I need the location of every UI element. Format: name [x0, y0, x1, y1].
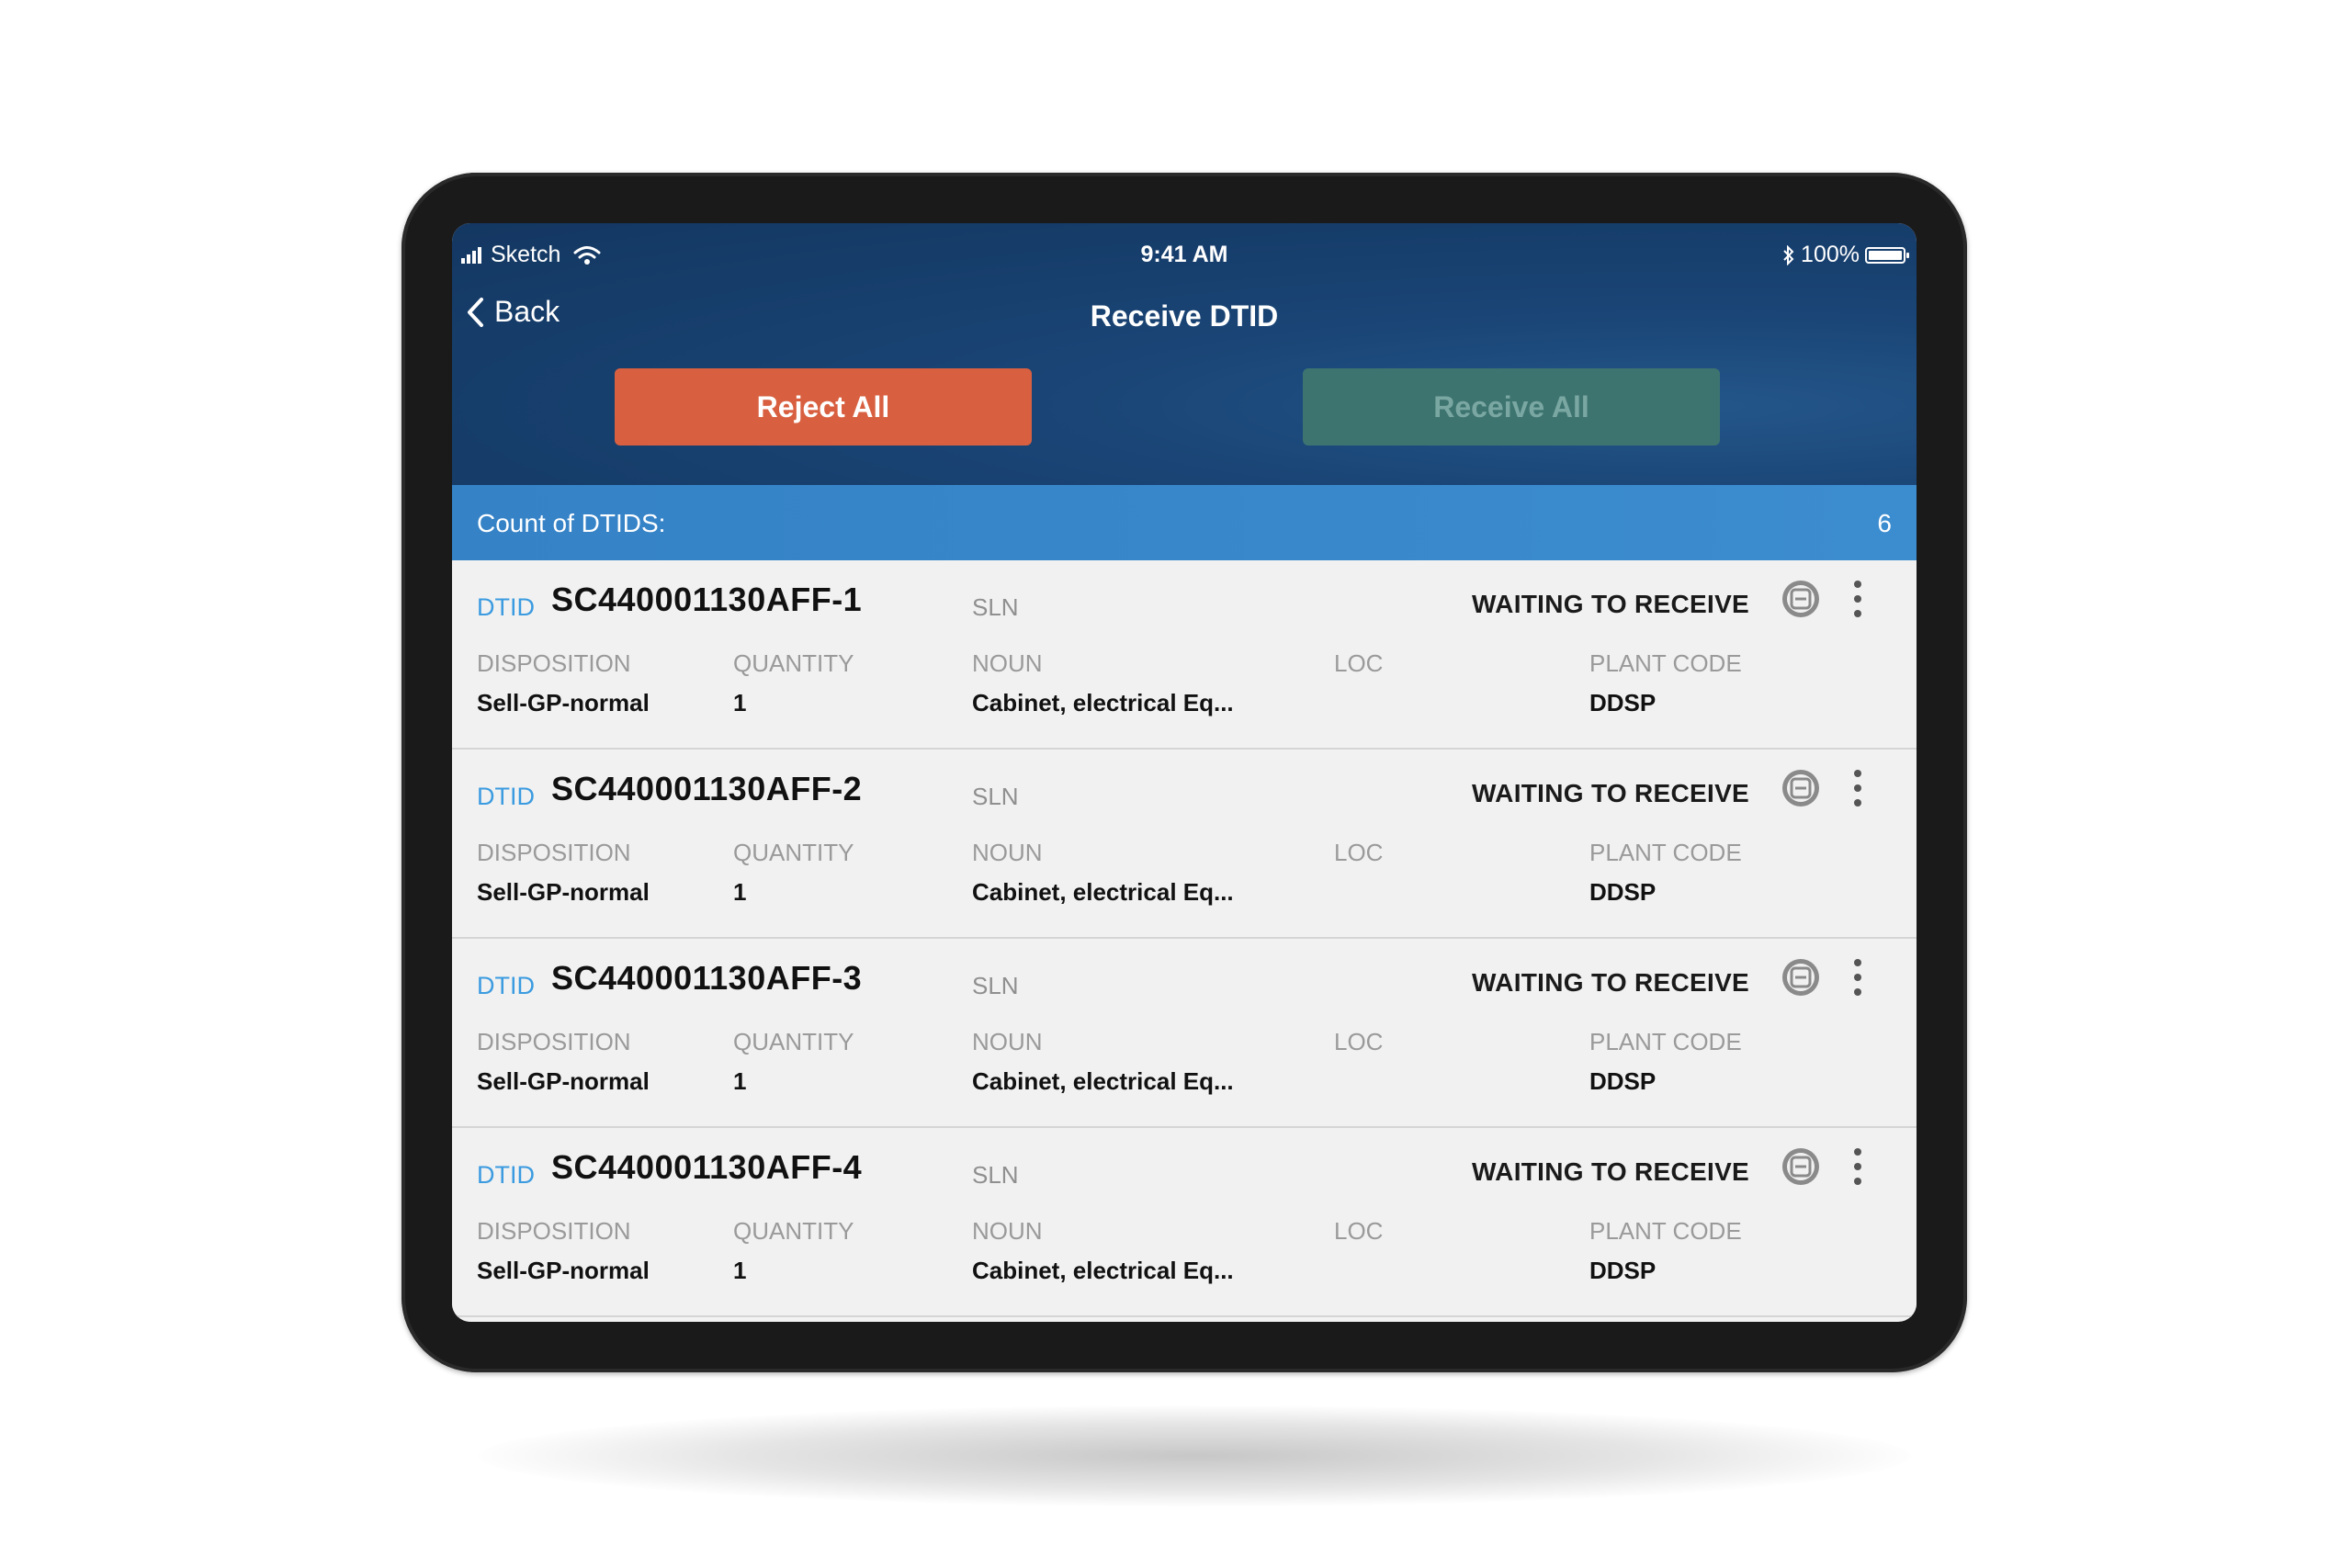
bluetooth-icon	[1783, 244, 1794, 265]
list-item[interactable]: DTID SC440001130AFF-4 SLN WAITING TO REC…	[452, 1128, 1917, 1317]
noun-value: Cabinet, electrical Eq...	[972, 689, 1234, 716]
battery-percent: 100%	[1801, 242, 1860, 267]
disposition-value: Sell-GP-normal	[477, 878, 650, 906]
sln-label: SLN	[972, 783, 1019, 810]
dtid-value: SC440001130AFF-4	[551, 1148, 863, 1186]
dtid-value: SC440001130AFF-1	[551, 581, 863, 618]
disposition-label: DISPOSITION	[477, 649, 631, 677]
quantity-label: QUANTITY	[733, 1217, 854, 1245]
quantity-label: QUANTITY	[733, 839, 854, 866]
count-bar: Count of DTIDS: 6	[452, 485, 1917, 560]
dtid-label: DTID	[477, 593, 535, 621]
count-label: Count of DTIDS:	[477, 509, 666, 537]
status-right: 100%	[1782, 242, 1909, 268]
disposition-label: DISPOSITION	[477, 1217, 631, 1245]
app-header: Sketch 9:41 AM 100% Back Receive DTID Re…	[452, 223, 1917, 485]
remove-circle-icon[interactable]	[1779, 766, 1823, 810]
dtid-label: DTID	[477, 783, 535, 810]
plant-code-value: DDSP	[1589, 878, 1657, 906]
quantity-value: 1	[733, 1257, 747, 1284]
list-item[interactable]: DTID SC440001130AFF-2 SLN WAITING TO REC…	[452, 750, 1917, 939]
loc-label: LOC	[1334, 839, 1384, 866]
app-screen: Sketch 9:41 AM 100% Back Receive DTID Re…	[452, 223, 1917, 1322]
status-bar: Sketch 9:41 AM 100%	[452, 242, 1917, 278]
sln-label: SLN	[972, 1161, 1019, 1189]
plant-code-label: PLANT CODE	[1589, 1217, 1742, 1245]
more-vertical-icon[interactable]	[1849, 1145, 1867, 1189]
noun-label: NOUN	[972, 839, 1043, 866]
noun-value: Cabinet, electrical Eq...	[972, 1257, 1234, 1284]
quantity-value: 1	[733, 689, 747, 716]
dtid-label: DTID	[477, 972, 535, 999]
noun-label: NOUN	[972, 1028, 1043, 1055]
plant-code-label: PLANT CODE	[1589, 1028, 1742, 1055]
plant-code-value: DDSP	[1589, 1257, 1657, 1284]
loc-label: LOC	[1334, 649, 1384, 677]
remove-circle-icon[interactable]	[1779, 955, 1823, 999]
noun-label: NOUN	[972, 649, 1043, 677]
disposition-label: DISPOSITION	[477, 1028, 631, 1055]
status-badge: WAITING TO RECEIVE	[1472, 779, 1750, 807]
more-vertical-icon[interactable]	[1849, 955, 1867, 999]
loc-label: LOC	[1334, 1217, 1384, 1245]
disposition-label: DISPOSITION	[477, 839, 631, 866]
plant-code-label: PLANT CODE	[1589, 839, 1742, 866]
status-badge: WAITING TO RECEIVE	[1472, 1157, 1750, 1186]
disposition-value: Sell-GP-normal	[477, 689, 650, 716]
status-badge: WAITING TO RECEIVE	[1472, 968, 1750, 997]
quantity-label: QUANTITY	[733, 1028, 854, 1055]
disposition-value: Sell-GP-normal	[477, 1257, 650, 1284]
device-shadow	[478, 1405, 1911, 1506]
page-title: Receive DTID	[1090, 299, 1279, 333]
dtid-value: SC440001130AFF-3	[551, 959, 863, 997]
dtid-list: DTID SC440001130AFF-1 SLN WAITING TO REC…	[452, 560, 1917, 1317]
status-time: 9:41 AM	[1140, 242, 1228, 267]
dtid-value: SC440001130AFF-2	[551, 770, 863, 807]
remove-circle-icon[interactable]	[1779, 1145, 1823, 1189]
plant-code-value: DDSP	[1589, 689, 1657, 716]
list-item[interactable]: DTID SC440001130AFF-3 SLN WAITING TO REC…	[452, 939, 1917, 1128]
dtid-label: DTID	[477, 1161, 535, 1189]
battery-icon	[1865, 246, 1909, 264]
count-value: 6	[1877, 509, 1892, 537]
status-badge: WAITING TO RECEIVE	[1472, 590, 1750, 618]
receive-all-button[interactable]: Receive All	[1303, 368, 1720, 446]
quantity-value: 1	[733, 878, 747, 906]
list-item[interactable]: DTID SC440001130AFF-1 SLN WAITING TO REC…	[452, 560, 1917, 750]
quantity-label: QUANTITY	[733, 649, 854, 677]
remove-circle-icon[interactable]	[1779, 577, 1823, 621]
tablet-frame: Sketch 9:41 AM 100% Back Receive DTID Re…	[401, 173, 1967, 1372]
loc-label: LOC	[1334, 1028, 1384, 1055]
reject-all-button[interactable]: Reject All	[615, 368, 1032, 446]
noun-label: NOUN	[972, 1217, 1043, 1245]
plant-code-label: PLANT CODE	[1589, 649, 1742, 677]
more-vertical-icon[interactable]	[1849, 577, 1867, 621]
quantity-value: 1	[733, 1067, 747, 1095]
sln-label: SLN	[972, 593, 1019, 621]
disposition-value: Sell-GP-normal	[477, 1067, 650, 1095]
sln-label: SLN	[972, 972, 1019, 999]
plant-code-value: DDSP	[1589, 1067, 1657, 1095]
noun-value: Cabinet, electrical Eq...	[972, 878, 1234, 906]
more-vertical-icon[interactable]	[1849, 766, 1867, 810]
noun-value: Cabinet, electrical Eq...	[972, 1067, 1234, 1095]
